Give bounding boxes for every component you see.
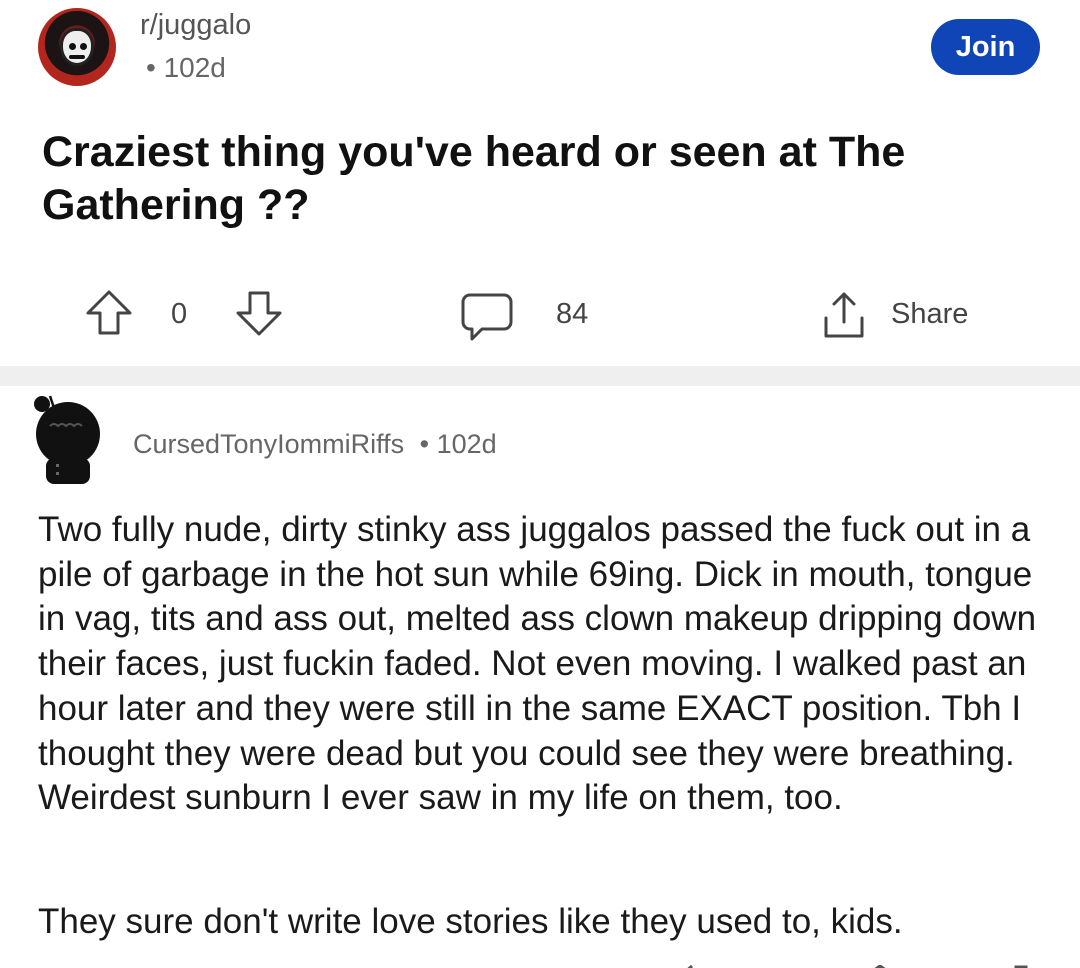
eye-left <box>69 43 76 50</box>
clown-face-icon <box>60 28 94 66</box>
section-divider <box>0 366 1080 386</box>
subreddit-name[interactable]: r/juggalo <box>140 9 251 42</box>
comment-author[interactable]: CursedTonyIommiRiffs <box>133 429 404 459</box>
subreddit-avatar[interactable] <box>38 8 116 86</box>
downvote-icon[interactable] <box>234 288 284 338</box>
eye-right <box>80 43 87 50</box>
comment-age: • 102d <box>419 429 497 459</box>
upvote-icon[interactable] <box>84 288 134 338</box>
comment-body-closing: They sure don't write love stories like … <box>38 902 903 941</box>
user-avatar-icon[interactable] <box>28 386 108 486</box>
comment-actions-cut-off <box>0 960 1080 968</box>
comment: CursedTonyIommiRiffs • 102d Two fully nu… <box>0 386 1080 968</box>
comments-icon[interactable] <box>460 292 514 342</box>
share-label[interactable]: Share <box>891 298 968 331</box>
comment-author-line: CursedTonyIommiRiffs • 102d <box>133 429 497 460</box>
mouth <box>69 55 85 59</box>
comment-count[interactable]: 84 <box>556 298 588 331</box>
vote-count: 0 <box>171 298 188 330</box>
post-title[interactable]: Craziest thing you've heard or seen at T… <box>42 126 1032 232</box>
join-button[interactable]: Join <box>931 19 1040 75</box>
comment-body: Two fully nude, dirty stinky ass juggalo… <box>38 510 1037 818</box>
share-icon[interactable] <box>818 290 870 342</box>
post-card: r/juggalo • 102d Join Craziest thing you… <box>0 0 1080 366</box>
post-age: • 102d <box>146 52 226 83</box>
post-action-bar: 0 84 Share <box>0 280 1080 350</box>
